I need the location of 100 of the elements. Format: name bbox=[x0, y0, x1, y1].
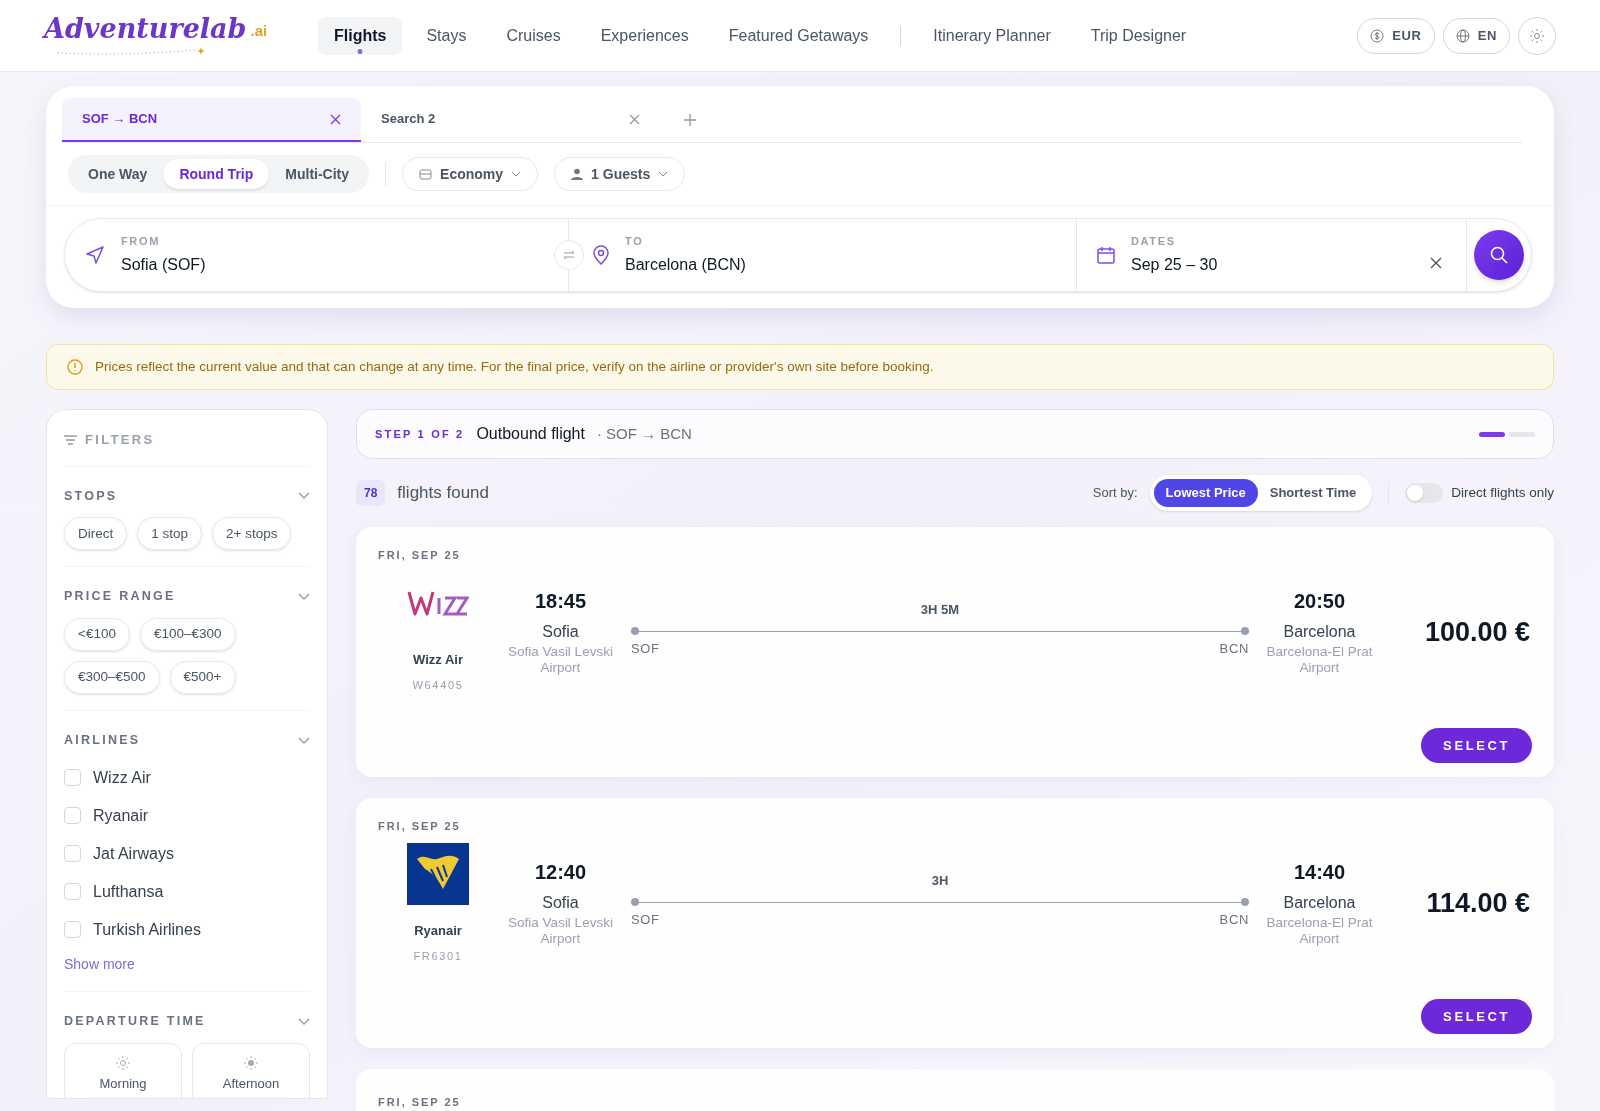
search-tab[interactable]: SOF → BCN bbox=[62, 98, 361, 142]
toggle-switch[interactable] bbox=[1405, 483, 1444, 503]
tab-label: SOF → BCN bbox=[82, 110, 158, 129]
field-label: DATES bbox=[1131, 233, 1177, 249]
time-text: 12:40 bbox=[534, 859, 587, 885]
checkbox[interactable] bbox=[64, 769, 81, 787]
search-icon bbox=[1490, 246, 1508, 264]
checkbox[interactable] bbox=[64, 807, 81, 825]
close-icon bbox=[1430, 257, 1442, 269]
trip-type-option[interactable]: Multi-City bbox=[269, 159, 366, 189]
city-name: Barcelona bbox=[1283, 621, 1356, 642]
price-text: 100.00 € bbox=[1424, 615, 1530, 649]
person-icon bbox=[571, 168, 584, 180]
airport-name: Sofia Vasil Levski Airport bbox=[507, 914, 614, 949]
time-tile[interactable]: Morning bbox=[64, 1042, 182, 1098]
checkbox-label: Turkish Airlines bbox=[93, 919, 201, 940]
airport-code: BCN bbox=[1219, 911, 1249, 929]
airline-name: Wizz Air bbox=[413, 650, 463, 669]
nav-tab[interactable]: Cruises bbox=[490, 16, 577, 55]
flight-number: W64405 bbox=[412, 678, 464, 693]
search-tab[interactable]: Search 2 bbox=[361, 98, 660, 142]
chevron-down-icon bbox=[658, 171, 669, 177]
checkbox[interactable] bbox=[64, 845, 81, 863]
field-value: Barcelona (BCN) bbox=[625, 255, 746, 276]
paper-plane-icon bbox=[85, 245, 105, 265]
sort-option[interactable]: Shortest Time bbox=[1257, 479, 1369, 507]
airport-code: BCN bbox=[1219, 640, 1249, 658]
select-button[interactable]: SELECT bbox=[1421, 728, 1532, 763]
airport-code: SOF bbox=[631, 640, 660, 658]
plus-icon bbox=[684, 114, 696, 126]
sun-icon bbox=[1530, 28, 1544, 43]
section-heading: DEPARTURE TIME bbox=[64, 1012, 206, 1030]
time-text: 14:40 bbox=[1293, 859, 1346, 885]
logo-wordmark[interactable]: Adventurelab bbox=[44, 15, 247, 42]
time-text: 20:50 bbox=[1293, 588, 1346, 614]
search-button[interactable] bbox=[1474, 230, 1524, 280]
section-heading: STOPS bbox=[64, 487, 118, 505]
flight-number: FR6301 bbox=[413, 949, 463, 964]
field-value: Sofia (SOF) bbox=[121, 255, 206, 276]
section-heading: PRICE RANGE bbox=[64, 588, 176, 606]
airport-name: Barcelona-El Prat Airport bbox=[1265, 643, 1374, 678]
chevron-down-icon[interactable] bbox=[298, 736, 310, 744]
clear-dates-button[interactable] bbox=[1430, 257, 1442, 269]
seat-icon bbox=[419, 168, 433, 180]
step-title: Outbound flight bbox=[476, 424, 585, 444]
info-icon bbox=[67, 359, 83, 375]
show-more-link[interactable]: Show more bbox=[64, 953, 310, 975]
step-route: · SOF → BCN bbox=[596, 423, 692, 444]
time-text: 18:45 bbox=[534, 588, 587, 614]
nav-tab[interactable]: Flights bbox=[318, 16, 403, 55]
checkbox[interactable] bbox=[64, 883, 81, 901]
sun-icon bbox=[244, 1055, 258, 1070]
filter-lines-icon bbox=[64, 434, 77, 445]
nav-tab[interactable]: Featured Getaways bbox=[712, 16, 885, 55]
checkbox-label: Jat Airways bbox=[93, 843, 174, 864]
chevron-down-icon[interactable] bbox=[298, 1017, 310, 1025]
chevron-down-icon[interactable] bbox=[298, 492, 310, 500]
dollar-coin-icon bbox=[1370, 28, 1385, 43]
airline-logo-icon bbox=[407, 842, 469, 905]
airport-name: Sofia Vasil Levski Airport bbox=[507, 643, 614, 678]
nav-tab[interactable]: Experiences bbox=[584, 16, 705, 55]
checkbox-label: Wizz Air bbox=[93, 767, 151, 788]
result-count-badge: 78 bbox=[356, 480, 386, 506]
field-label: FROM bbox=[121, 233, 161, 249]
field-value: Sep 25 – 30 bbox=[1131, 255, 1218, 276]
globe-icon bbox=[1455, 28, 1470, 43]
logo-suffix: .ai bbox=[250, 20, 268, 41]
flight-duration: 3H bbox=[931, 871, 949, 890]
nav-tab[interactable]: Trip Designer bbox=[1074, 16, 1203, 55]
dates-field[interactable]: DATES Sep 25 – 30 bbox=[1077, 219, 1467, 291]
calendar-icon bbox=[1097, 246, 1115, 264]
flight-date: FRI, SEP 25 bbox=[378, 1096, 461, 1108]
flight-duration: 3H 5M bbox=[920, 600, 960, 619]
city-name: Sofia bbox=[542, 621, 579, 642]
checkbox[interactable] bbox=[64, 921, 81, 939]
trip-type-option[interactable]: Round Trip bbox=[163, 159, 270, 189]
tab-label: Search 2 bbox=[381, 110, 436, 129]
notice-text: Prices reflect the current value and that can change at any time. For the final price, verify on the airline or provider's own site before booking. bbox=[95, 357, 934, 376]
select-button[interactable]: SELECT bbox=[1421, 999, 1532, 1034]
airport-name: Barcelona-El Prat Airport bbox=[1265, 914, 1374, 949]
checkbox-label: Lufthansa bbox=[93, 881, 164, 902]
close-icon[interactable] bbox=[629, 113, 640, 125]
location-pin-icon bbox=[593, 245, 609, 265]
chevron-down-icon bbox=[511, 171, 522, 177]
close-icon[interactable] bbox=[330, 113, 341, 125]
checkbox-label: Ryanair bbox=[93, 805, 149, 826]
nav-tab[interactable]: Stays bbox=[410, 16, 483, 55]
time-tile[interactable]: Afternoon bbox=[192, 1042, 310, 1098]
sort-label: Sort by: bbox=[1092, 484, 1138, 503]
sort-option[interactable]: Lowest Price bbox=[1153, 479, 1258, 507]
to-field[interactable]: TO Barcelona (BCN) bbox=[569, 219, 1077, 291]
nav-tab[interactable]: Itinerary Planner bbox=[917, 16, 1067, 55]
flight-date: FRI, SEP 25 bbox=[378, 548, 462, 563]
trip-type-option[interactable]: One Way bbox=[72, 159, 164, 189]
price-text: 114.00 € bbox=[1426, 886, 1530, 920]
toggle-label: Direct flights only bbox=[1451, 483, 1554, 502]
section-heading: AIRLINES bbox=[64, 732, 141, 749]
chevron-down-icon[interactable] bbox=[298, 593, 310, 601]
filters-heading: FILTERS bbox=[85, 431, 155, 449]
swap-button[interactable] bbox=[554, 240, 584, 270]
